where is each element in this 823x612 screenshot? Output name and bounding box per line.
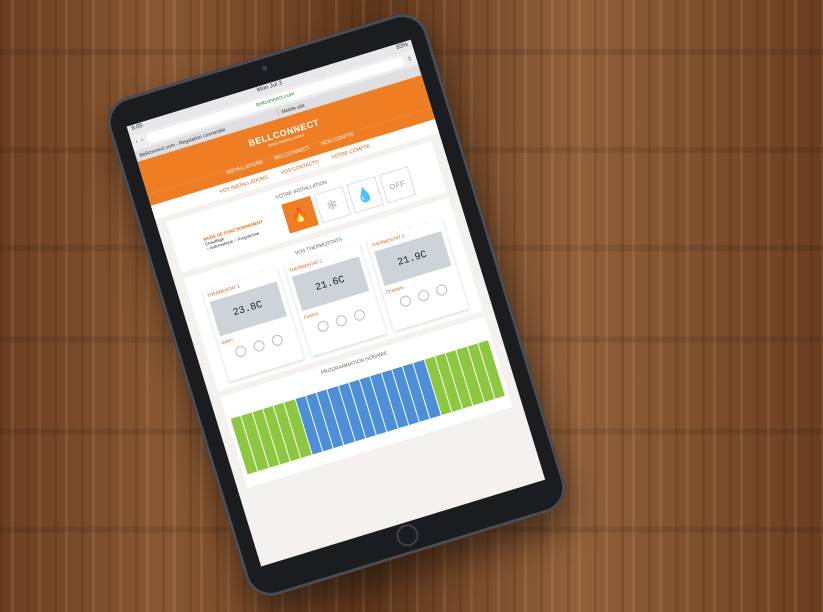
camera-icon <box>261 65 268 72</box>
home-button[interactable] <box>393 521 421 550</box>
off-mode-button[interactable]: OFF <box>378 166 416 204</box>
minus-button[interactable] <box>398 294 413 309</box>
screen: 9:05 Mon Jul 3 83% ‹ › bellconnect.com ⇪… <box>126 39 546 567</box>
photo: 9:05 Mon Jul 3 83% ‹ › bellconnect.com ⇪… <box>0 0 823 612</box>
minus-button[interactable] <box>316 319 331 334</box>
plus-button[interactable] <box>270 333 285 348</box>
minus-button[interactable] <box>234 344 248 359</box>
forward-icon[interactable]: › <box>141 137 145 143</box>
heat-mode-button[interactable]: 🔥 <box>280 196 319 234</box>
thermostat-card-2[interactable]: THERMOSTAT 2 21.6C Cuisine <box>283 242 387 357</box>
menu-button[interactable] <box>252 339 266 353</box>
share-icon[interactable]: ⇪ <box>406 55 414 63</box>
plus-button[interactable] <box>434 283 449 297</box>
menu-button[interactable] <box>334 313 349 328</box>
ipad: 9:05 Mon Jul 3 83% ‹ › bellconnect.com ⇪… <box>101 7 572 603</box>
thermostat-card-3[interactable]: THERMOSTAT 3 21.9C Chambre <box>365 217 469 332</box>
menu-button[interactable] <box>416 288 431 303</box>
back-icon[interactable]: ‹ <box>135 139 139 145</box>
humidity-mode-button[interactable]: 💧 <box>345 176 384 214</box>
plus-button[interactable] <box>352 308 367 323</box>
cool-mode-button[interactable]: ❄ <box>313 186 351 224</box>
thermostat-card-1[interactable]: THERMOSTAT 1 23.8C Salon <box>201 268 304 382</box>
